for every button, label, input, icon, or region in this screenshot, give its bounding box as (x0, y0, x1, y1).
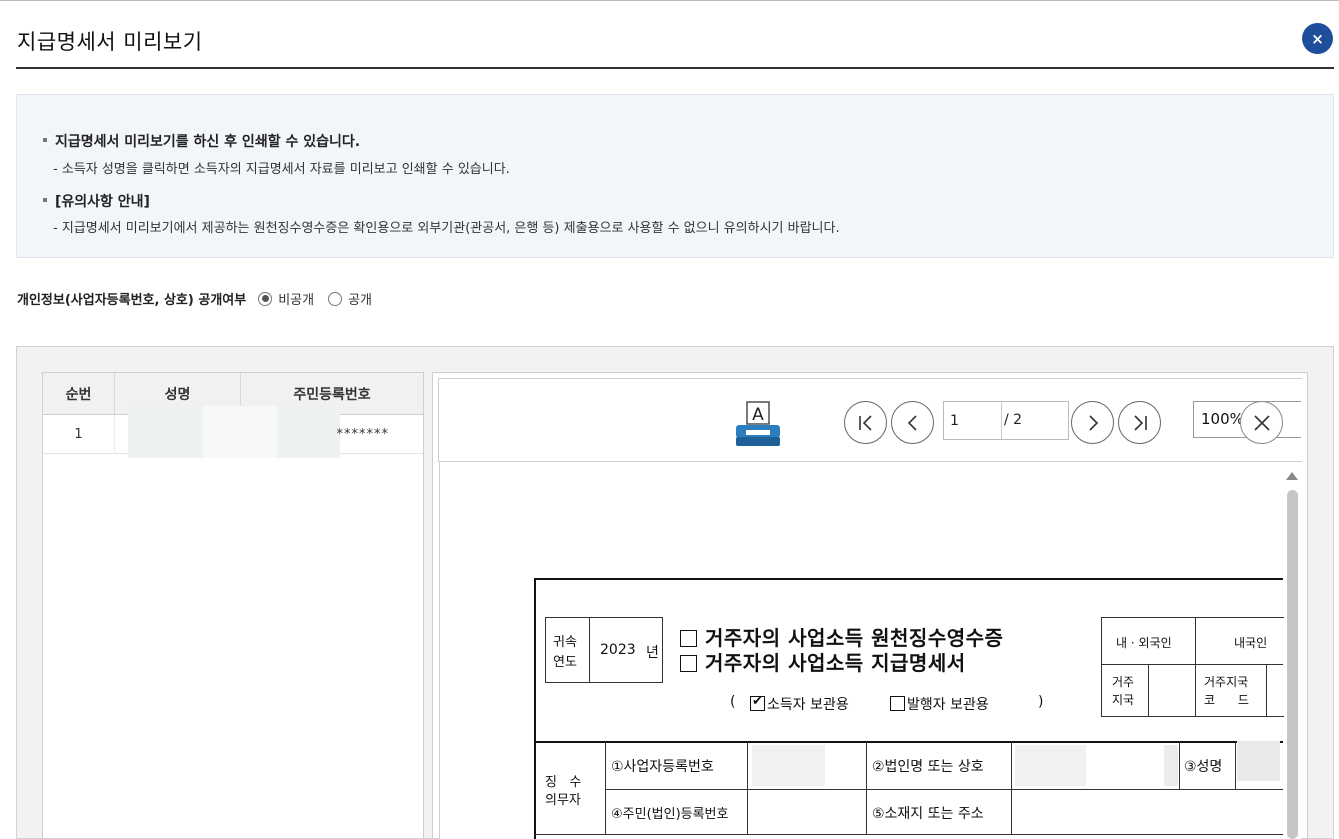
field-rrn: ④주민(법인)등록번호 (611, 807, 729, 822)
print-icon-letter: A (752, 405, 764, 425)
field-corp-name: ②법인명 또는 상호 (872, 759, 984, 775)
page-total: / 2 (1004, 412, 1023, 428)
doc-title-2: 거주자의 사업소득 지급명세서 (680, 647, 966, 676)
recipient-list: 순번 성명 주민등록번호 1 ******* (42, 372, 424, 839)
radio-private[interactable] (258, 291, 273, 306)
close-icon (1253, 414, 1270, 431)
masked-rrn (277, 406, 340, 458)
info-text-3: [유의사항 안내] (55, 194, 150, 210)
page-number-input[interactable] (944, 402, 1002, 439)
masked-field (1164, 745, 1178, 786)
field-biz-no: ①사업자등록번호 (611, 759, 714, 775)
close-button[interactable]: × (1302, 23, 1333, 54)
dialog-title: 지급명세서 미리보기 (17, 30, 203, 54)
nationality-value: 내국인 (1234, 636, 1268, 650)
copy-recipient-text: 소득자 보관용 (767, 697, 849, 713)
bullet-icon (43, 198, 47, 202)
info-line-4: - 지급명세서 미리보기에서 제공하는 원천징수영수증은 확인용으로 외부기관(… (53, 221, 840, 236)
copy-recipient: 소득자 보관용 (750, 694, 849, 714)
divider (605, 789, 1283, 790)
copy-open: ( (730, 694, 736, 710)
row-rrn: ******* (203, 406, 423, 458)
divider (589, 617, 590, 683)
last-page-button[interactable] (1118, 401, 1161, 444)
top-border (0, 0, 1339, 1)
prev-page-button[interactable] (891, 401, 934, 444)
doc-title-2-text: 거주자의 사업소득 지급명세서 (705, 651, 966, 675)
info-text-1: 지급명세서 미리보기를 하신 후 인쇄할 수 있습니다. (55, 134, 361, 150)
masked-area (203, 406, 277, 458)
divider (535, 834, 1283, 835)
row-no: 1 (43, 415, 115, 453)
divider (747, 742, 748, 834)
title-divider (16, 67, 1334, 69)
masked-field (1237, 741, 1280, 781)
divider (535, 741, 1283, 743)
masked-field (752, 745, 825, 786)
privacy-label: 개인정보(사업자등록번호, 상호) 공개여부 (17, 293, 247, 308)
info-line-3: [유의사항 안내] (43, 191, 150, 211)
copy-issuer-text: 발행자 보관용 (907, 697, 989, 713)
rrn-masked-text: ******* (336, 426, 389, 442)
residence-label-1: 거주 (1112, 675, 1135, 689)
info-box: 지급명세서 미리보기를 하신 후 인쇄할 수 있습니다. - 소득자 성명을 클… (16, 94, 1334, 258)
payer-label-1: 징 수 (545, 775, 582, 790)
payer-label-2: 의무자 (545, 793, 581, 808)
close-viewer-button[interactable] (1240, 401, 1283, 444)
radio-public[interactable] (328, 291, 343, 306)
next-page-button[interactable] (1071, 401, 1114, 444)
copy-close: ) (1038, 694, 1044, 710)
residence-code-label-2: 코 드 (1204, 693, 1249, 707)
divider (1235, 742, 1236, 789)
divider (605, 742, 606, 834)
last-page-icon (1133, 414, 1147, 431)
radio-private-label[interactable]: 비공개 (278, 289, 314, 308)
info-line-1: 지급명세서 미리보기를 하신 후 인쇄할 수 있습니다. (43, 131, 360, 151)
table-row[interactable]: 1 ******* (43, 406, 423, 458)
chevron-right-icon (1088, 414, 1098, 431)
divider (1266, 664, 1267, 717)
field-address: ⑤소재지 또는 주소 (872, 806, 984, 822)
copy-issuer: 발행자 보관용 (890, 694, 989, 714)
checkbox-receipt (680, 630, 697, 647)
residence-code-label-1: 거주지국 (1204, 675, 1249, 689)
masked-field (1015, 745, 1086, 786)
divider (1179, 742, 1180, 789)
year-label-2: 연도 (553, 655, 577, 670)
year-value: 2023 (600, 642, 636, 658)
divider (1148, 664, 1149, 717)
nationality-label: 내 · 외국인 (1116, 636, 1172, 650)
scrollbar[interactable] (1287, 490, 1298, 839)
scroll-up-icon[interactable] (1286, 472, 1298, 480)
year-label-1: 귀속 (553, 635, 577, 650)
header-no: 순번 (43, 373, 115, 414)
info-line-2: - 소득자 성명을 클릭하면 소득자의 지급명세서 자료를 미리보고 인쇄할 수… (53, 162, 510, 177)
privacy-setting: 개인정보(사업자등록번호, 상호) 공개여부 비공개 공개 (17, 289, 386, 308)
residence-label-2: 지국 (1112, 693, 1135, 707)
check-icon (750, 694, 765, 711)
checkbox-statement (680, 655, 697, 672)
field-name: ③성명 (1184, 759, 1223, 775)
first-page-button[interactable] (844, 401, 887, 444)
divider (1101, 664, 1283, 665)
close-icon: × (1311, 29, 1324, 48)
page-indicator: / 2 (943, 401, 1069, 440)
bullet-icon (43, 138, 47, 142)
divider (1011, 742, 1012, 834)
radio-public-label[interactable]: 공개 (348, 289, 372, 308)
print-icon[interactable]: A (735, 401, 781, 447)
chevron-left-icon (907, 414, 917, 431)
divider (1195, 617, 1196, 717)
year-unit: 년 (646, 645, 659, 661)
checkbox-icon (890, 696, 905, 711)
divider (866, 742, 867, 834)
first-page-icon (858, 414, 872, 431)
